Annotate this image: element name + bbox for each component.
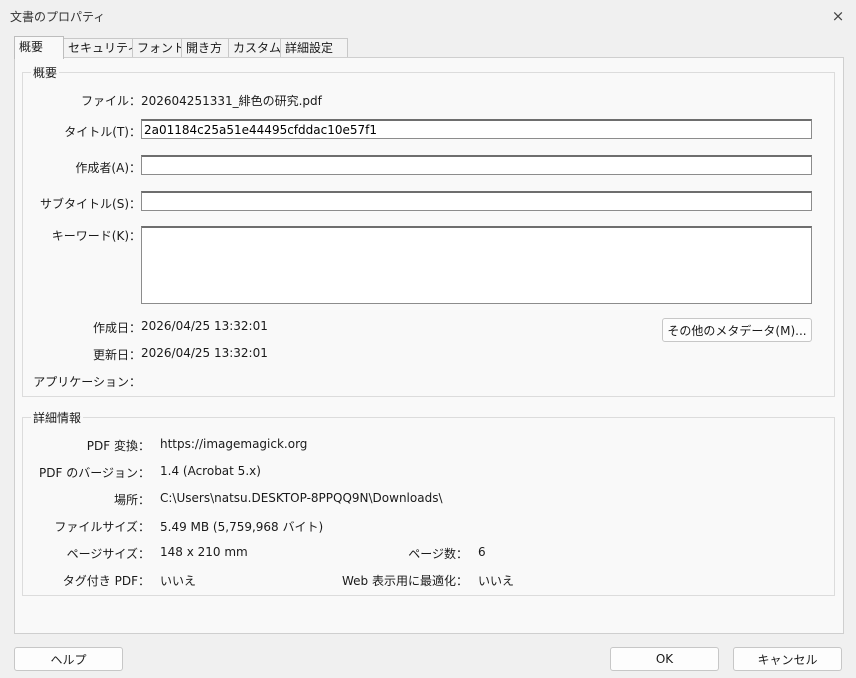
- tab-custom[interactable]: カスタム: [228, 38, 282, 58]
- page-count-value: 6: [478, 545, 486, 559]
- close-icon[interactable]: ×: [828, 6, 848, 26]
- keywords-label: キーワード(K)：: [51, 229, 141, 243]
- title-field[interactable]: [141, 119, 812, 139]
- producer-value: https://imagemagick.org: [160, 437, 308, 451]
- modified-value: 2026/04/25 13:32:01: [141, 346, 268, 360]
- file-size-value: 5.49 MB (5,759,968 バイト): [160, 520, 324, 534]
- help-button[interactable]: ヘルプ: [14, 647, 123, 671]
- file-size-label: ファイルサイズ：: [54, 520, 150, 534]
- created-label: 作成日：: [92, 321, 141, 335]
- location-value: C:\Users\natsu.DESKTOP-8PPQQ9N\Downloads…: [160, 491, 443, 505]
- more-metadata-button[interactable]: その他のメタデータ(M)...: [662, 318, 812, 342]
- author-label: 作成者(A)：: [75, 161, 141, 175]
- cancel-button[interactable]: キャンセル: [733, 647, 842, 671]
- tab-advanced[interactable]: 詳細設定: [280, 38, 348, 58]
- tagged-pdf-value: いいえ: [160, 574, 197, 588]
- tab-initial-view[interactable]: 開き方: [181, 38, 235, 58]
- fast-web-view-label: Web 表示用に最適化：: [342, 574, 468, 588]
- author-field[interactable]: [141, 155, 812, 175]
- summary-group-label: 概要: [31, 64, 60, 81]
- subject-field[interactable]: [141, 191, 812, 211]
- page-size-label: ページサイズ：: [66, 547, 150, 561]
- summary-group: 概要 ファイル： 202604251331_緋色の研究.pdf タイトル(T)：…: [22, 64, 835, 397]
- title-label: タイトル(T)：: [64, 125, 141, 139]
- created-value: 2026/04/25 13:32:01: [141, 319, 268, 333]
- pdf-version-value: 1.4 (Acrobat 5.x): [160, 464, 261, 478]
- modified-label: 更新日：: [92, 348, 141, 362]
- producer-label: PDF 変換：: [86, 439, 150, 453]
- tab-panel: 概要 ファイル： 202604251331_緋色の研究.pdf タイトル(T)：…: [14, 57, 844, 634]
- details-group: 詳細情報 PDF 変換： https://imagemagick.org PDF…: [22, 409, 835, 596]
- details-group-label: 詳細情報: [31, 409, 84, 426]
- ok-button[interactable]: OK: [610, 647, 719, 671]
- pdf-version-label: PDF のバージョン：: [39, 466, 150, 480]
- file-value: 202604251331_緋色の研究.pdf: [141, 94, 322, 108]
- subject-label: サブタイトル(S)：: [40, 197, 141, 211]
- window-title: 文書のプロパティ: [10, 10, 106, 24]
- fast-web-view-value: いいえ: [478, 574, 515, 588]
- tagged-pdf-label: タグ付き PDF：: [62, 574, 150, 588]
- title-bar: 文書のプロパティ ×: [0, 0, 856, 32]
- tab-security[interactable]: セキュリティ: [63, 38, 139, 58]
- page-size-value: 148 x 210 mm: [160, 545, 248, 559]
- application-label: アプリケーション：: [33, 375, 141, 389]
- location-label: 場所：: [113, 493, 150, 507]
- keywords-field[interactable]: [141, 226, 812, 304]
- tab-summary[interactable]: 概要: [14, 36, 64, 59]
- page-count-label: ページ数：: [408, 547, 468, 561]
- file-label: ファイル：: [80, 94, 141, 108]
- tab-fonts[interactable]: フォント: [132, 38, 185, 58]
